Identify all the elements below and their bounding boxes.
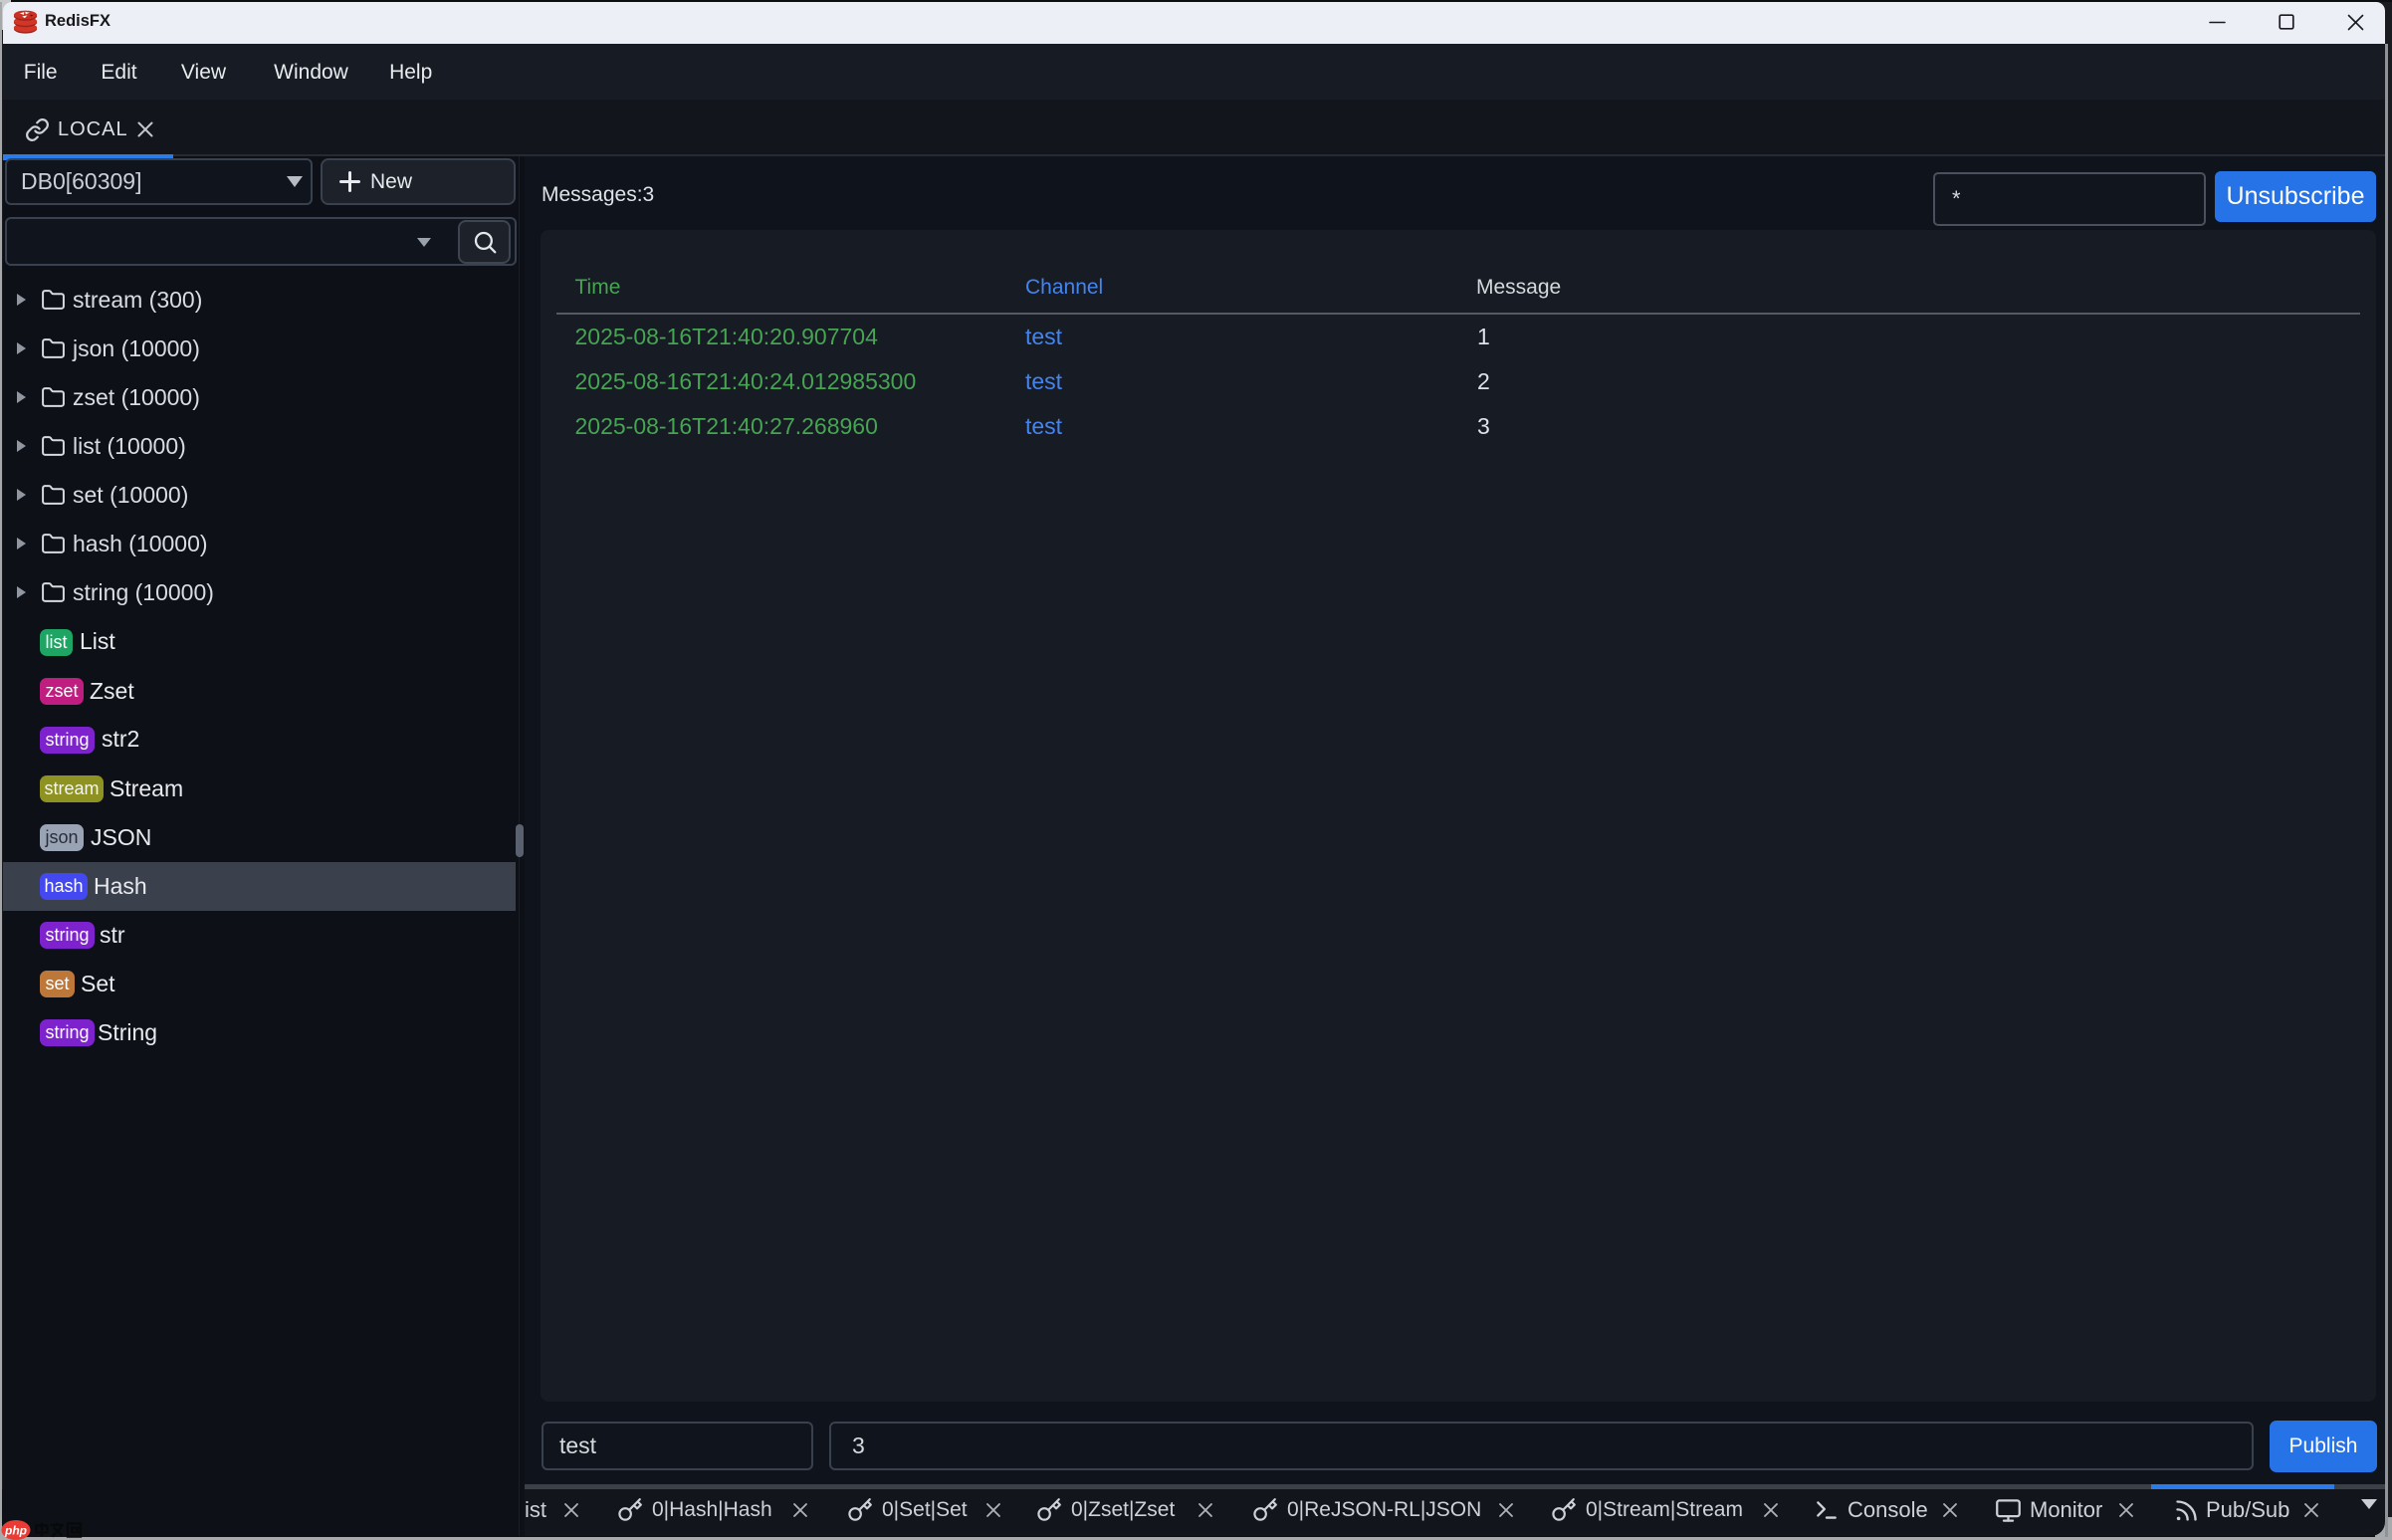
svg-text:php: php xyxy=(4,1524,27,1538)
